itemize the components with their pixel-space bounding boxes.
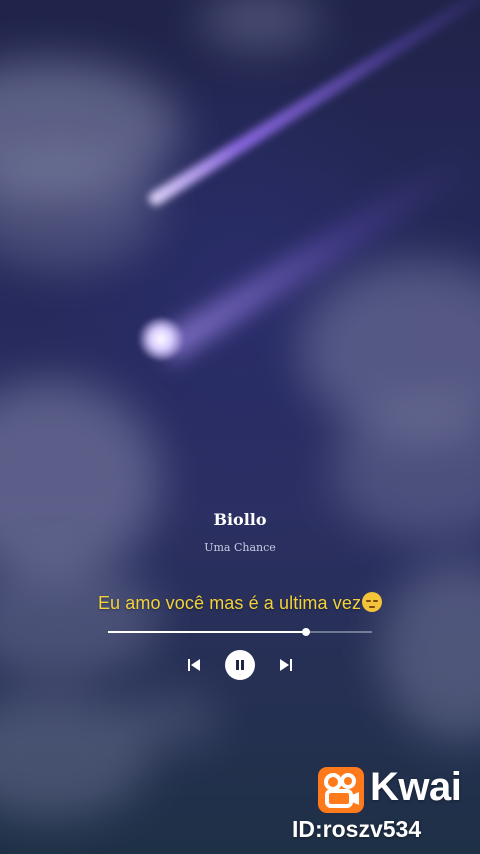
lyric-text: Eu amo você mas é a ultima vez (97, 593, 362, 613)
progress-handle[interactable] (302, 628, 310, 636)
pensive-face-icon (362, 592, 383, 612)
previous-button[interactable] (184, 656, 204, 674)
progress-bar[interactable] (108, 628, 372, 636)
shooting-star (138, 318, 184, 360)
kwai-brand-text: Kwai (370, 765, 462, 809)
user-id-watermark: ID:roszv534 (292, 816, 422, 842)
lyric-line: Eu amo você mas é a ultima vez (0, 592, 480, 614)
pause-icon (236, 660, 244, 670)
kwai-camera-logo-icon (318, 767, 364, 813)
skip-next-icon (280, 659, 292, 671)
song-artist: Uma Chance (204, 541, 276, 554)
pause-button[interactable] (225, 650, 255, 680)
skip-previous-icon (188, 659, 200, 671)
progress-fill (108, 631, 306, 633)
next-button[interactable] (276, 656, 296, 674)
song-title: Biollo (213, 510, 267, 529)
background-artwork (0, 0, 480, 854)
